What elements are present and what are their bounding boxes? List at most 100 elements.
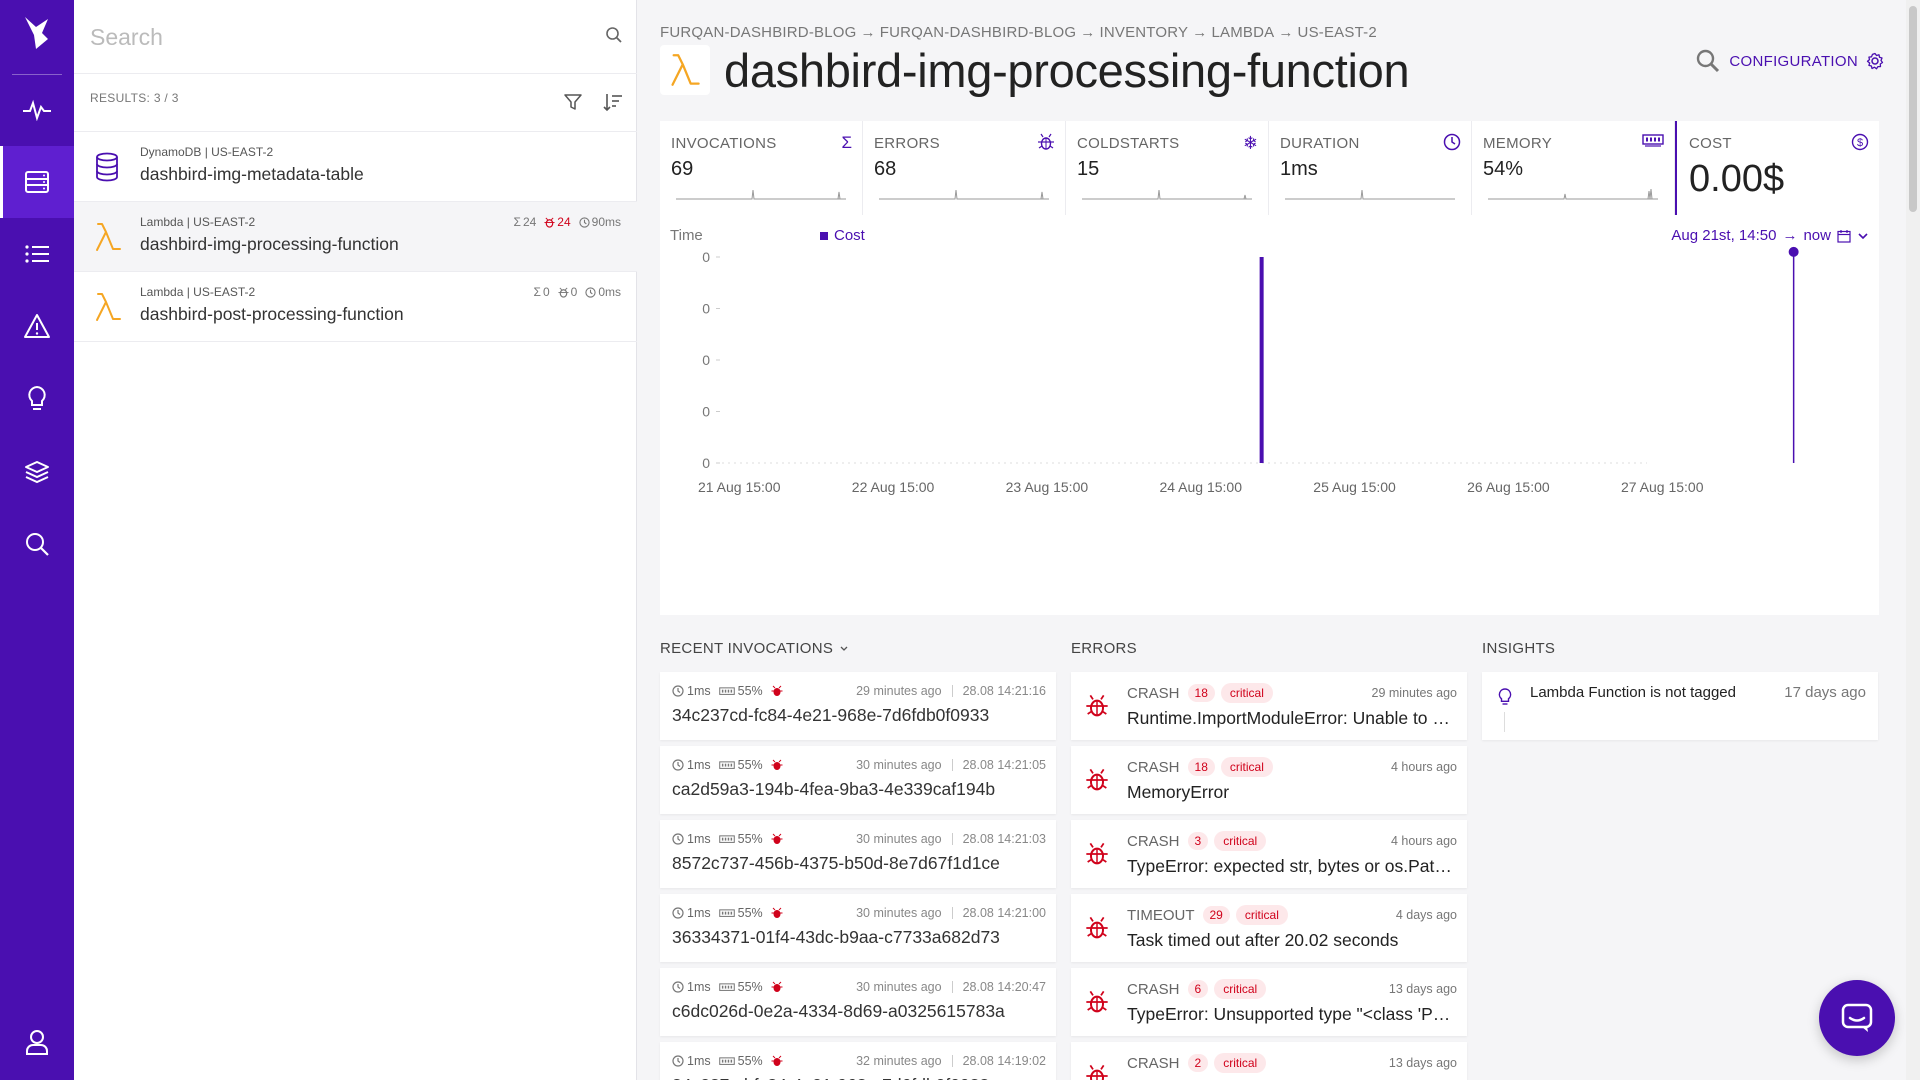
errors-stat: 24 xyxy=(544,215,571,229)
error-kind: CRASH xyxy=(1127,832,1180,850)
metric-value: 68 xyxy=(874,158,897,180)
sidebar-item-pulse[interactable] xyxy=(0,74,74,146)
sidebar-item-search[interactable] xyxy=(0,508,74,580)
metric-memory[interactable]: MEMORY 54% xyxy=(1472,121,1675,215)
severity-badge: critical xyxy=(1220,757,1273,777)
error-meta: CRASH 18 critical 4 hours ago xyxy=(1127,757,1457,777)
sidebar-item-insights[interactable] xyxy=(0,363,74,435)
result-item-img-processing-function[interactable]: Lambda | US-EAST-2 dashbird-img-processi… xyxy=(74,202,637,272)
insight-card[interactable]: Lambda Function is not tagged 17 days ag… xyxy=(1482,672,1878,740)
sidebar-item-inventory[interactable] xyxy=(0,146,74,218)
duration-stat: 90ms xyxy=(579,215,621,229)
gear-icon[interactable] xyxy=(1866,52,1884,70)
severity-badge: critical xyxy=(1214,979,1267,999)
metric-label: DURATION xyxy=(1280,135,1360,152)
metric-duration[interactable]: DURATION 1ms xyxy=(1269,121,1472,215)
sort-icon[interactable] xyxy=(603,92,623,112)
metric-errors[interactable]: ERRORS 68 xyxy=(863,121,1066,215)
invocation-card[interactable]: 1ms 55% 30 minutes ago 28.08 14:21:05 ca… xyxy=(660,746,1056,814)
invocation-ago: 30 minutes ago xyxy=(856,832,942,846)
sidebar-item-alerts[interactable] xyxy=(0,290,74,362)
bug-icon xyxy=(1086,1064,1108,1080)
invocation-card[interactable]: 1ms 55% 30 minutes ago 28.08 14:21:00 36… xyxy=(660,894,1056,962)
sidebar-item-stack[interactable] xyxy=(0,436,74,508)
duration-value: 1ms xyxy=(687,758,711,772)
pulse-icon xyxy=(23,99,51,121)
breadcrumb-item[interactable]: US-EAST-2 xyxy=(1298,24,1377,41)
invocation-duration: 1ms xyxy=(672,980,711,994)
breadcrumb-item[interactable]: LAMBDA xyxy=(1211,24,1274,41)
error-card[interactable]: CRASH 3 critical 4 hours ago TypeError: … xyxy=(1071,820,1467,888)
metric-label: ERRORS xyxy=(874,135,940,152)
invocation-timestamp: 28.08 14:21:16 xyxy=(962,684,1046,698)
bug-icon xyxy=(771,907,783,918)
duration-value: 1ms xyxy=(687,906,711,920)
chat-launcher-button[interactable] xyxy=(1819,980,1895,1056)
result-name: dashbird-post-processing-function xyxy=(140,304,404,324)
scrollbar-thumb[interactable] xyxy=(1909,6,1917,212)
dashbird-logo[interactable] xyxy=(0,0,74,66)
error-card[interactable]: CRASH 6 critical 13 days ago TypeError: … xyxy=(1071,968,1467,1036)
metric-invocations[interactable]: INVOCATIONS 69 Σ xyxy=(660,121,863,215)
invocation-card[interactable]: 1ms 55% 30 minutes ago 28.08 14:20:47 c6… xyxy=(660,968,1056,1036)
search-icon[interactable] xyxy=(1695,48,1721,74)
search-icon[interactable] xyxy=(605,26,623,44)
metric-cost[interactable]: COST 0.00$ $ xyxy=(1675,121,1879,215)
error-card[interactable]: TIMEOUT 29 critical 4 days ago Task time… xyxy=(1071,894,1467,962)
error-card[interactable]: CRASH 2 critical 13 days ago xyxy=(1071,1042,1467,1080)
result-name: dashbird-img-metadata-table xyxy=(140,164,364,184)
cost-point[interactable] xyxy=(1788,246,1799,257)
cost-bar[interactable] xyxy=(1259,257,1264,463)
clock-icon xyxy=(1443,133,1461,151)
metric-coldstarts[interactable]: COLDSTARTS 15 ❄ xyxy=(1066,121,1269,215)
invocation-timestamp: 28.08 14:20:47 xyxy=(962,980,1046,994)
metric-value: 54% xyxy=(1483,158,1524,180)
breadcrumb-item[interactable]: FURQAN-DASHBIRD-BLOG xyxy=(660,24,857,41)
result-meta: Lambda | US-EAST-2 xyxy=(140,285,256,299)
invocations-stat: Σ 24 xyxy=(514,215,537,229)
invocation-ago: 30 minutes ago xyxy=(856,758,942,772)
result-meta: Lambda | US-EAST-2 xyxy=(140,215,256,229)
lambda-icon xyxy=(671,54,700,86)
memory-value: 55% xyxy=(737,684,763,698)
recent-invocations-header[interactable]: RECENT INVOCATIONS xyxy=(660,640,849,657)
invocation-meta: 1ms 55% 29 minutes ago 28.08 14:21:16 xyxy=(672,684,1046,698)
sidebar-item-profile[interactable] xyxy=(0,1006,74,1078)
error-card[interactable]: CRASH 18 critical 29 minutes ago Runtime… xyxy=(1071,672,1467,740)
app-window: RESULTS: 3 / 3 DynamoDB | US-EAST-2 dash… xyxy=(0,0,1920,1080)
insight-message: Lambda Function is not tagged xyxy=(1530,684,1736,701)
metric-label: INVOCATIONS xyxy=(671,135,777,152)
y-tick-label: 0 xyxy=(702,352,710,368)
memory-icon xyxy=(718,834,735,843)
memory-value: 55% xyxy=(737,1054,763,1068)
results-count: RESULTS: 3 / 3 xyxy=(90,91,179,105)
memory-icon xyxy=(718,982,735,991)
invocation-card[interactable]: 1ms 55% 29 minutes ago 28.08 14:21:16 34… xyxy=(660,672,1056,740)
result-item-post-processing-function[interactable]: Lambda | US-EAST-2 dashbird-post-process… xyxy=(74,272,637,342)
breadcrumb-item[interactable]: INVENTORY xyxy=(1099,24,1188,41)
insight-time: 17 days ago xyxy=(1784,684,1866,701)
invocation-card[interactable]: 1ms 55% 30 minutes ago 28.08 14:21:03 85… xyxy=(660,820,1056,888)
x-tick-label: 25 Aug 15:00 xyxy=(1313,479,1396,495)
result-name: dashbird-img-processing-function xyxy=(140,234,399,254)
error-ago: 4 hours ago xyxy=(1390,834,1457,848)
invocation-ago: 29 minutes ago xyxy=(856,684,942,698)
errors-sparkline xyxy=(879,189,1049,200)
dynamodb-icon xyxy=(96,152,118,182)
meta-divider xyxy=(951,685,953,697)
metric-value: 15 xyxy=(1077,158,1100,180)
configuration-link[interactable]: CONFIGURATION xyxy=(1729,53,1858,70)
error-card[interactable]: CRASH 18 critical 4 hours ago MemoryErro… xyxy=(1071,746,1467,814)
filter-icon[interactable] xyxy=(563,92,583,112)
database-icon xyxy=(25,171,49,193)
invocation-id: 36334371-01f4-43dc-b9aa-c7733a682d73 xyxy=(672,927,1000,947)
invocation-card[interactable]: 1ms 55% 32 minutes ago 28.08 14:19:02 34… xyxy=(660,1042,1056,1080)
invocation-timestamp: 28.08 14:21:00 xyxy=(962,906,1046,920)
sidebar-item-list[interactable] xyxy=(0,218,74,290)
result-item-dynamodb-table[interactable]: DynamoDB | US-EAST-2 dashbird-img-metada… xyxy=(74,132,637,202)
search-input[interactable] xyxy=(90,18,570,56)
snowflake-icon: ❄ xyxy=(1242,133,1258,153)
breadcrumb-item[interactable]: FURQAN-DASHBIRD-BLOG xyxy=(880,24,1077,41)
x-tick-label: 27 Aug 15:00 xyxy=(1621,479,1704,495)
page-scrollbar[interactable] xyxy=(1906,0,1920,1080)
